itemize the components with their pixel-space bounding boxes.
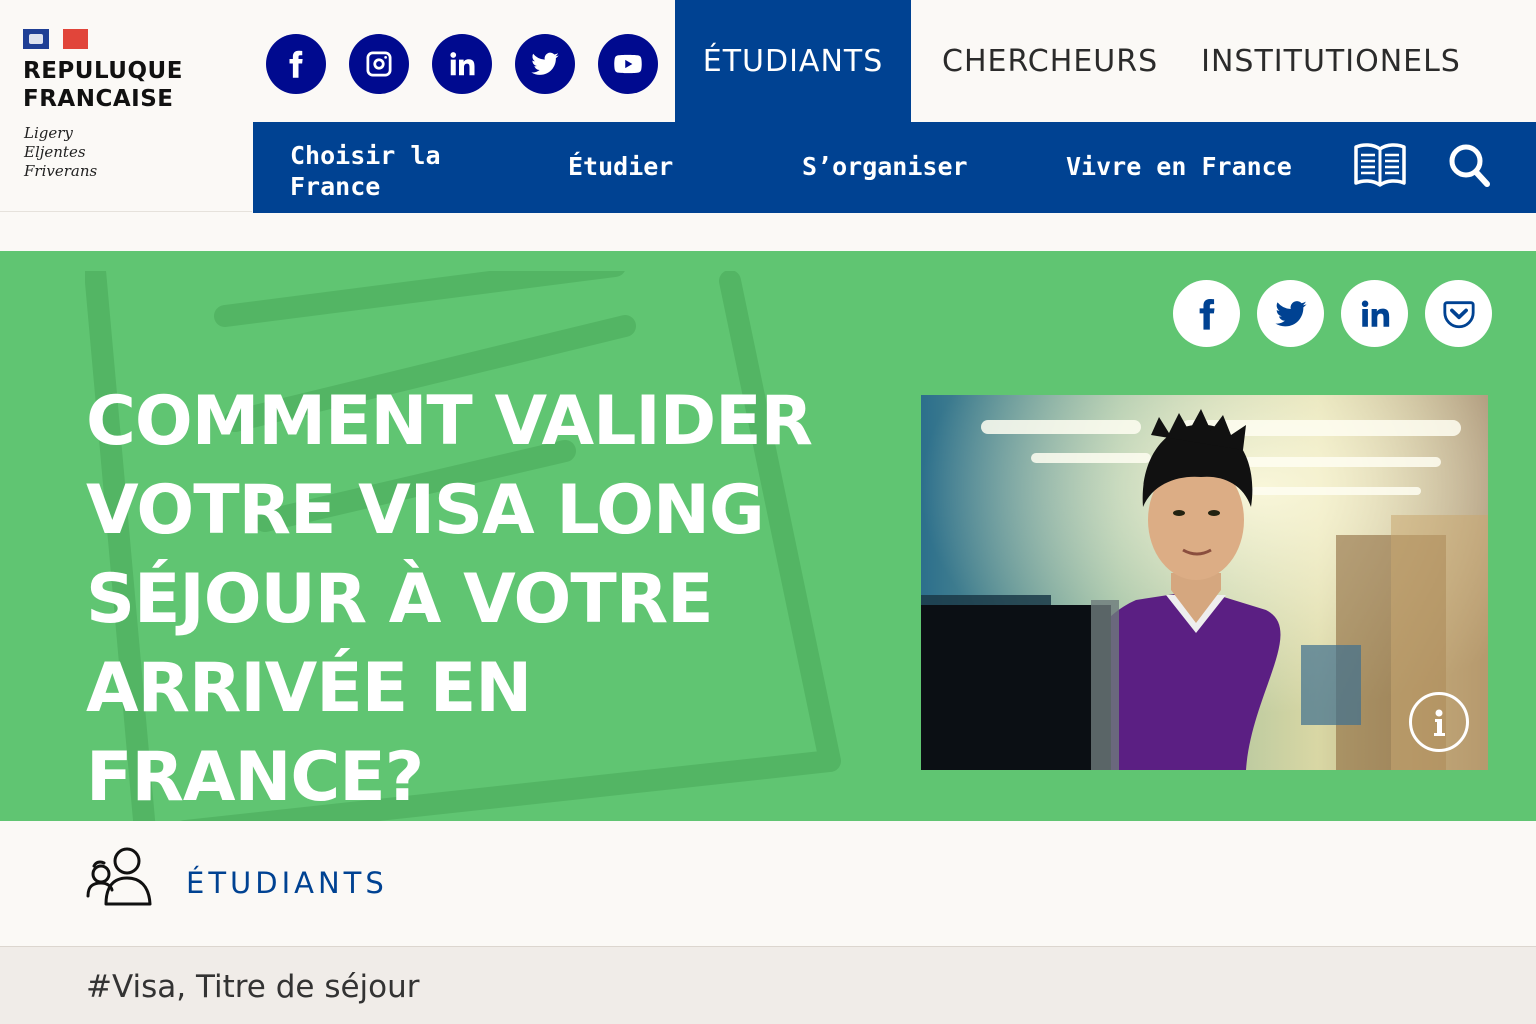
instagram-link[interactable]: [349, 34, 409, 94]
facebook-icon: [1199, 298, 1215, 330]
nav-item-sorganiser[interactable]: S’organiser: [802, 151, 968, 182]
twitter-icon: [531, 52, 559, 75]
info-icon: [1434, 709, 1445, 736]
tab-chercheurs[interactable]: CHERCHEURS: [911, 0, 1158, 122]
photo-info-button[interactable]: [1409, 692, 1469, 752]
twitter-icon: [1274, 300, 1307, 326]
student-photo-illustration: [921, 395, 1488, 770]
linkedin-link[interactable]: [432, 34, 492, 94]
nav-item-vivre-en-france[interactable]: Vivre en France: [1066, 151, 1292, 182]
share-twitter[interactable]: [1257, 280, 1324, 347]
motto-line-3: Friverans: [24, 162, 98, 180]
social-links: [266, 34, 658, 94]
nav-item-label-line-2: France: [290, 172, 381, 201]
tags-text[interactable]: #Visa, Titre de séjour: [86, 969, 420, 1005]
share-facebook[interactable]: [1173, 280, 1240, 347]
hero-photo: [921, 395, 1488, 770]
instagram-icon: [366, 51, 392, 77]
motto-line-2: Eljentes: [24, 143, 86, 161]
site-logo[interactable]: REPULUQUE FRANCAISE Ligery Eljentes Friv…: [0, 0, 252, 212]
facebook-link[interactable]: [266, 34, 326, 94]
book-icon[interactable]: [1353, 141, 1407, 189]
students-icon: [86, 847, 152, 906]
category-link[interactable]: ÉTUDIANTS: [186, 866, 388, 900]
logo-line-2: FRANCAISE: [23, 86, 174, 112]
facebook-icon: [289, 50, 303, 78]
linkedin-icon: [450, 52, 475, 76]
youtube-icon: [614, 54, 642, 74]
linkedin-icon: [1361, 300, 1389, 327]
nav-item-etudier[interactable]: Étudier: [568, 151, 673, 182]
search-icon[interactable]: [1446, 141, 1492, 189]
tab-institutionels[interactable]: INSTITUTIONELS: [1158, 0, 1461, 122]
page-title: COMMENT VALIDER VOTRE VISA LONG SÉJOUR À…: [86, 382, 813, 817]
twitter-link[interactable]: [515, 34, 575, 94]
share-buttons: [1173, 280, 1492, 347]
pocket-icon: [1442, 300, 1475, 328]
nav-item-label-line-1: Choisir la: [290, 141, 441, 170]
logo-line-1: REPULUQUE: [23, 58, 183, 84]
share-linkedin[interactable]: [1341, 280, 1408, 347]
youtube-link[interactable]: [598, 34, 658, 94]
share-pocket[interactable]: [1425, 280, 1492, 347]
audience-tabs: ÉTUDIANTS CHERCHEURS INSTITUTIONELS: [675, 0, 1461, 122]
tab-etudiants[interactable]: ÉTUDIANTS: [675, 0, 911, 122]
nav-item-choisir-la-france[interactable]: Choisir la France: [290, 140, 441, 202]
motto-line-1: Ligery: [24, 124, 73, 142]
marianne-flag-icon: [23, 29, 88, 49]
